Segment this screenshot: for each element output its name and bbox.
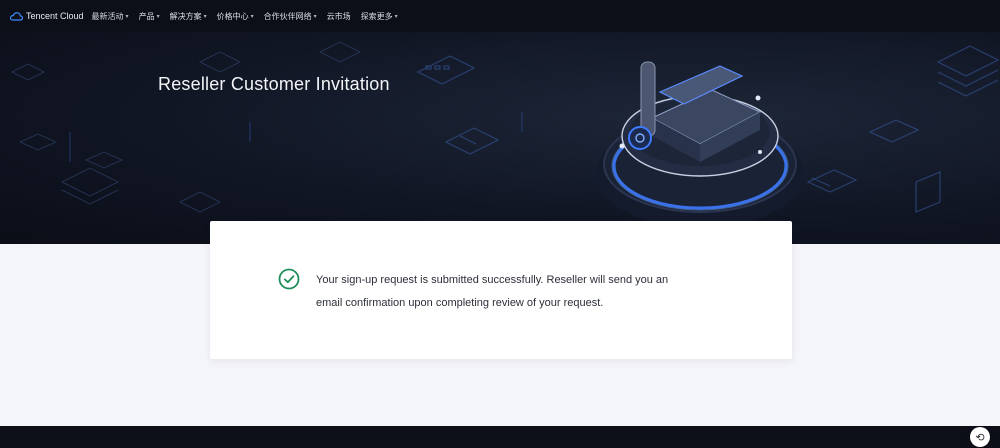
floating-refresh-button[interactable]: ⟲ bbox=[970, 427, 990, 447]
page-title: Reseller Customer Invitation bbox=[158, 74, 390, 94]
tencent-cloud-logo[interactable]: Tencent Cloud bbox=[10, 11, 84, 21]
hero-background-illustration bbox=[10, 41, 1000, 228]
success-message-line-2: email confirmation upon completing revie… bbox=[316, 297, 604, 309]
nav-item-partners[interactable]: 合作伙伴网络 ▾ bbox=[264, 11, 317, 22]
chevron-down-icon: ▾ bbox=[313, 13, 317, 20]
success-check-icon bbox=[278, 268, 300, 290]
nav-item-products[interactable]: 产品 ▾ bbox=[139, 11, 160, 22]
nav-item-label: 价格中心 bbox=[216, 11, 249, 21]
logo-text: Tencent Cloud bbox=[26, 11, 84, 21]
success-message-line-1: Your sign-up request is submitted succes… bbox=[316, 274, 669, 286]
nav-item-explore-more[interactable]: 探索更多 ▾ bbox=[361, 11, 398, 22]
footer-bar bbox=[0, 426, 1000, 448]
hero-banner: Reseller Customer Invitation bbox=[0, 32, 1000, 244]
nav-item-label: 产品 bbox=[138, 11, 155, 21]
top-navigation-bar: Tencent Cloud 最新活动 ▾ 产品 ▾ 解决方案 ▾ 价格中心 ▾ 合作伙伴… bbox=[0, 0, 1000, 32]
submission-result-card: Your sign-up request is submitted succes… bbox=[210, 221, 792, 359]
chevron-down-icon: ▾ bbox=[250, 13, 254, 20]
success-message: Your sign-up request is submitted succes… bbox=[316, 269, 716, 315]
chevron-down-icon: ▾ bbox=[156, 13, 160, 20]
chevron-down-icon: ▾ bbox=[203, 13, 207, 20]
nav-item-label: 合作伙伴网络 bbox=[263, 11, 312, 21]
nav-item-solutions[interactable]: 解决方案 ▾ bbox=[170, 11, 207, 22]
nav-item-label: 最新活动 bbox=[91, 11, 124, 21]
cloud-logo-icon bbox=[10, 11, 23, 21]
nav-item-label: 探索更多 bbox=[360, 11, 393, 21]
nav-item-label: 云市场 bbox=[326, 11, 351, 21]
nav-item-pricing[interactable]: 价格中心 ▾ bbox=[217, 11, 254, 22]
nav-item-marketplace[interactable]: 云市场 bbox=[327, 11, 351, 22]
nav-item-latest-activities[interactable]: 最新活动 ▾ bbox=[92, 11, 129, 22]
chevron-down-icon: ▾ bbox=[125, 13, 129, 20]
nav-item-label: 解决方案 bbox=[169, 11, 202, 21]
chevron-down-icon: ▾ bbox=[394, 13, 398, 20]
